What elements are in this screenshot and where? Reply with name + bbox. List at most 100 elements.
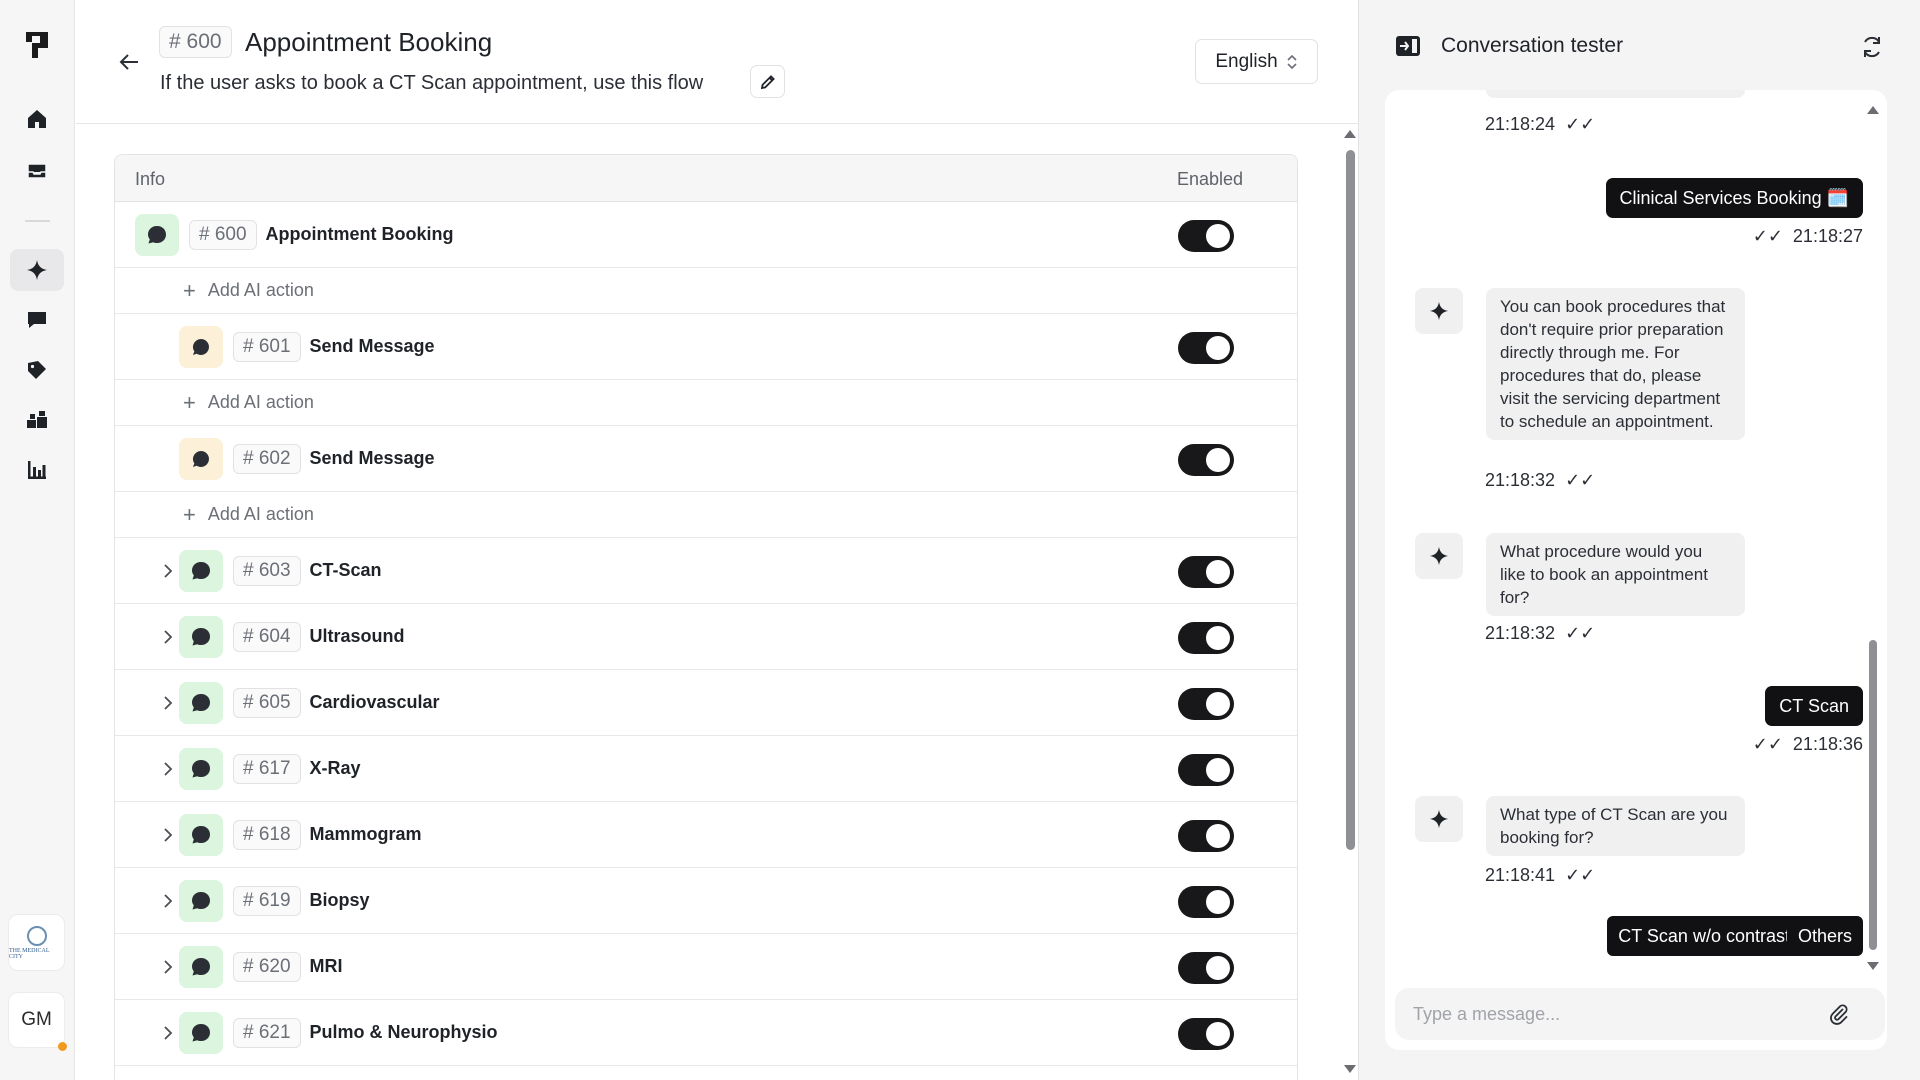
- enabled-toggle[interactable]: [1178, 332, 1234, 364]
- flow-row[interactable]: # 602 Send Message: [115, 426, 1297, 492]
- enabled-toggle[interactable]: [1178, 886, 1234, 918]
- chat-bubble-icon: [179, 946, 223, 988]
- message-composer: [1395, 988, 1885, 1040]
- flow-row[interactable]: # 604 Ultrasound: [115, 604, 1297, 670]
- bot-avatar: [1415, 288, 1463, 334]
- organization-switcher[interactable]: THE MEDICAL CITY: [8, 914, 65, 971]
- flow-name: Appointment Booking: [265, 224, 454, 244]
- message-dot-icon: [179, 326, 223, 368]
- rail-item-tickets[interactable]: [10, 349, 64, 391]
- plus-icon: +: [183, 277, 196, 303]
- chevron-right-icon[interactable]: [160, 759, 176, 779]
- tester-header: Conversation tester: [1395, 34, 1623, 58]
- double-check-icon: ✓✓: [1565, 623, 1596, 643]
- message-timestamp: 21:18:24 ✓✓: [1485, 114, 1596, 134]
- bot-message: You can book procedures that don't requi…: [1486, 288, 1745, 440]
- flow-row[interactable]: # 601 Send Message: [115, 314, 1297, 380]
- status-dot: [58, 1042, 67, 1051]
- rail-separator: [25, 220, 50, 222]
- add-ai-action-row[interactable]: + Add AI action: [115, 268, 1297, 314]
- flow-row[interactable]: # 619 Biopsy: [115, 868, 1297, 934]
- add-ai-action-row[interactable]: + Add AI action: [115, 380, 1297, 426]
- scroll-down-icon[interactable]: [1344, 1065, 1356, 1073]
- sparkle-icon: [1429, 301, 1449, 321]
- brand-logo[interactable]: [24, 30, 50, 60]
- flow-row[interactable]: # 605 Cardiovascular: [115, 670, 1297, 736]
- add-ai-action-label: Add AI action: [207, 504, 314, 524]
- flow-row[interactable]: # 620 MRI: [115, 934, 1297, 1000]
- flow-name: Cardiovascular: [309, 692, 440, 712]
- bot-message: What procedure would you like to book an…: [1486, 533, 1745, 616]
- scroll-up-icon[interactable]: [1867, 106, 1879, 114]
- message-input[interactable]: [1413, 1000, 1813, 1028]
- quick-reply-others[interactable]: Others: [1786, 916, 1863, 956]
- enabled-toggle[interactable]: [1178, 220, 1234, 252]
- chevron-right-icon[interactable]: [160, 627, 176, 647]
- rail-item-reports[interactable]: [10, 449, 64, 491]
- chevron-up-down-icon: [1287, 54, 1297, 69]
- quick-reply-ct-scan-without-contrast[interactable]: CT Scan w/o contrast: [1607, 916, 1801, 956]
- user-message: CT Scan: [1765, 686, 1863, 726]
- enabled-toggle[interactable]: [1178, 688, 1234, 720]
- flow-name: Send Message: [309, 336, 435, 356]
- enabled-toggle[interactable]: [1178, 754, 1234, 786]
- flow-id-badge: # 603: [233, 556, 301, 586]
- paperclip-icon[interactable]: [1827, 1002, 1851, 1026]
- chevron-right-icon[interactable]: [160, 825, 176, 845]
- chat-bubble-icon: [179, 880, 223, 922]
- flow-row[interactable]: # 617 X-Ray: [115, 736, 1297, 802]
- flow-row[interactable]: # 603 CT-Scan: [115, 538, 1297, 604]
- table-header: Info Enabled: [115, 155, 1297, 202]
- edit-description-button[interactable]: [750, 65, 785, 98]
- bot-message: What type of CT Scan are you booking for…: [1486, 796, 1745, 856]
- chevron-right-icon[interactable]: [160, 957, 176, 977]
- flow-id-badge: # 617: [233, 754, 301, 784]
- chevron-right-icon[interactable]: [160, 693, 176, 713]
- add-ai-action-button[interactable]: + Add AI action: [183, 277, 314, 303]
- enabled-toggle[interactable]: [1178, 1018, 1234, 1050]
- chevron-right-icon[interactable]: [160, 1023, 176, 1043]
- flow-row[interactable]: # 621 Pulmo & Neurophysio: [115, 1000, 1297, 1066]
- rail-item-home[interactable]: [10, 98, 64, 140]
- chevron-right-icon[interactable]: [160, 561, 176, 581]
- chat-scrollbar-thumb[interactable]: [1869, 640, 1877, 950]
- rail-item-inbox[interactable]: [10, 150, 64, 192]
- add-ai-action-button[interactable]: + Add AI action: [183, 391, 314, 413]
- scroll-down-icon[interactable]: [1867, 962, 1879, 970]
- main-scrollbar-thumb[interactable]: [1346, 150, 1355, 850]
- pencil-icon: [760, 74, 775, 89]
- message-dot-icon: [179, 438, 223, 480]
- flow-row[interactable]: # 600 Appointment Booking: [115, 202, 1297, 268]
- chat-icon: [28, 312, 46, 328]
- flow-name: X-Ray: [309, 758, 361, 778]
- collapse-panel-icon[interactable]: [1395, 34, 1421, 58]
- rail-item-conversations[interactable]: [10, 299, 64, 341]
- chevron-right-icon[interactable]: [160, 891, 176, 911]
- enabled-toggle[interactable]: [1178, 622, 1234, 654]
- enabled-toggle[interactable]: [1178, 820, 1234, 852]
- flow-name: Send Message: [309, 448, 435, 468]
- flow-name: Pulmo & Neurophysio: [309, 1022, 498, 1042]
- enabled-toggle[interactable]: [1178, 556, 1234, 588]
- add-ai-action-button[interactable]: + Add AI action: [183, 501, 314, 527]
- add-ai-action-row[interactable]: + Add AI action: [115, 492, 1297, 538]
- chat-bubble-icon: [179, 748, 223, 790]
- scroll-up-icon[interactable]: [1344, 130, 1356, 138]
- flow-id-badge: # 618: [233, 820, 301, 850]
- back-arrow-icon[interactable]: [117, 50, 141, 74]
- flow-name: Biopsy: [309, 890, 370, 910]
- rail-item-ai-flows[interactable]: [10, 249, 64, 291]
- main-scrollbar[interactable]: [1343, 130, 1357, 1080]
- sparkle-icon: [1429, 546, 1449, 566]
- flow-row[interactable]: # 618 Mammogram: [115, 802, 1297, 868]
- chat-scrollbar[interactable]: [1866, 100, 1880, 980]
- add-ai-action-label: Add AI action: [207, 280, 314, 300]
- org-logo-icon: [26, 925, 47, 946]
- refresh-icon[interactable]: [1859, 34, 1885, 60]
- language-select[interactable]: English: [1195, 39, 1318, 84]
- plus-icon: +: [183, 501, 196, 527]
- rail-item-contacts[interactable]: [10, 399, 64, 441]
- enabled-toggle[interactable]: [1178, 444, 1234, 476]
- user-avatar[interactable]: GM: [8, 992, 65, 1048]
- enabled-toggle[interactable]: [1178, 952, 1234, 984]
